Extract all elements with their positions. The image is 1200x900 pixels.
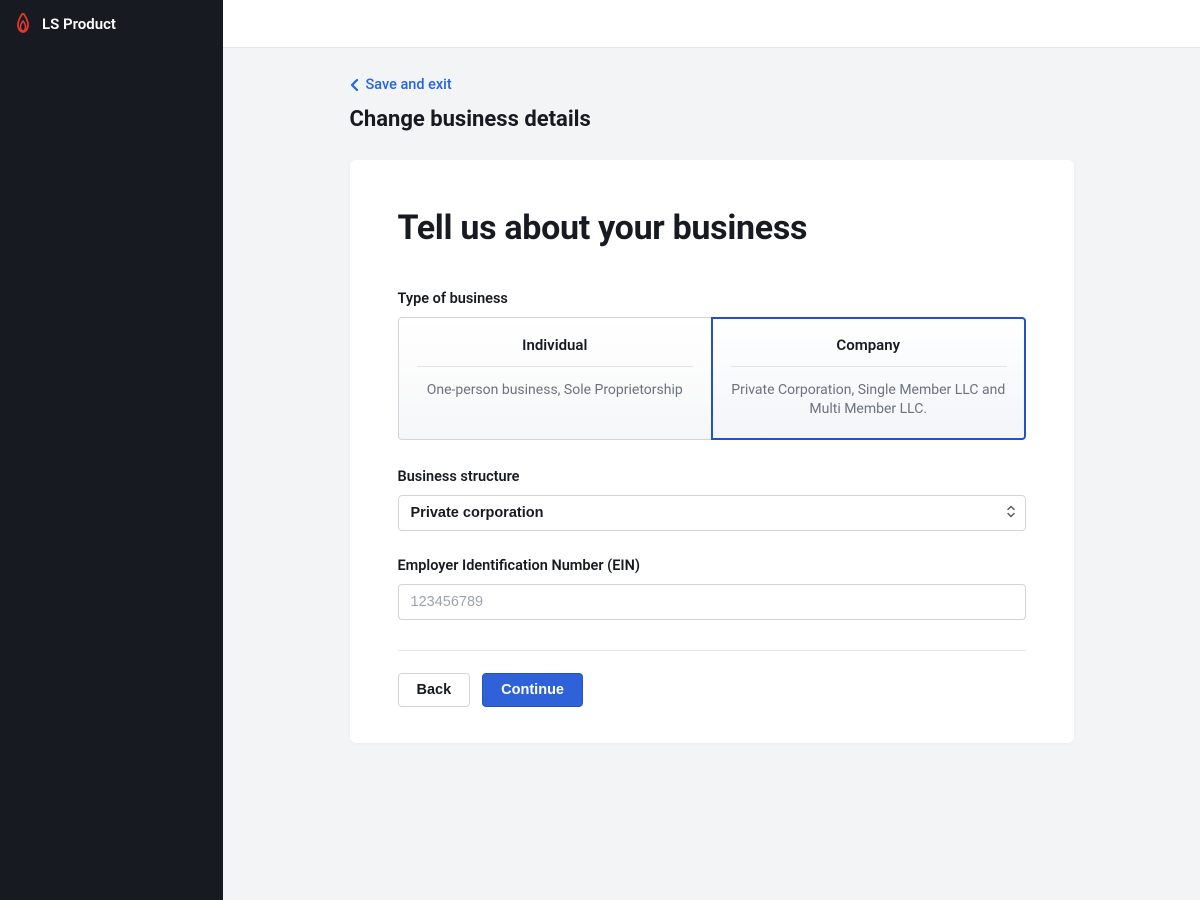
topbar [223, 0, 1200, 48]
save-and-exit-link[interactable]: Save and exit [350, 70, 452, 99]
flame-icon [14, 13, 32, 35]
back-button[interactable]: Back [398, 673, 471, 707]
form-actions: Back Continue [398, 673, 1026, 707]
page-title: Change business details [350, 107, 1074, 132]
type-card-company[interactable]: Company Private Corporation, Single Memb… [711, 317, 1026, 440]
business-structure-label: Business structure [398, 468, 1026, 485]
content: Save and exit Change business details Te… [223, 48, 1200, 900]
type-card-title: Individual [417, 336, 694, 367]
ein-input[interactable] [398, 584, 1026, 620]
form-card: Tell us about your business Type of busi… [350, 160, 1074, 743]
divider [398, 650, 1026, 651]
ein-label: Employer Identification Number (EIN) [398, 557, 1026, 574]
business-structure-select[interactable]: Private corporation [398, 495, 1026, 531]
type-of-business-label: Type of business [398, 290, 1026, 307]
sidebar-header: LS Product [0, 0, 223, 48]
app-title: LS Product [42, 15, 116, 33]
chevron-left-icon [350, 79, 360, 91]
type-card-title: Company [730, 336, 1007, 367]
save-and-exit-label: Save and exit [366, 76, 452, 93]
sidebar: LS Product [0, 0, 223, 900]
type-card-individual[interactable]: Individual One-person business, Sole Pro… [398, 317, 712, 440]
type-of-business-options: Individual One-person business, Sole Pro… [398, 317, 1026, 440]
type-card-desc: Private Corporation, Single Member LLC a… [730, 367, 1007, 419]
continue-button[interactable]: Continue [482, 673, 583, 707]
main: Save and exit Change business details Te… [223, 0, 1200, 900]
type-card-desc: One-person business, Sole Proprietorship [417, 367, 694, 400]
card-heading: Tell us about your business [398, 208, 1026, 248]
